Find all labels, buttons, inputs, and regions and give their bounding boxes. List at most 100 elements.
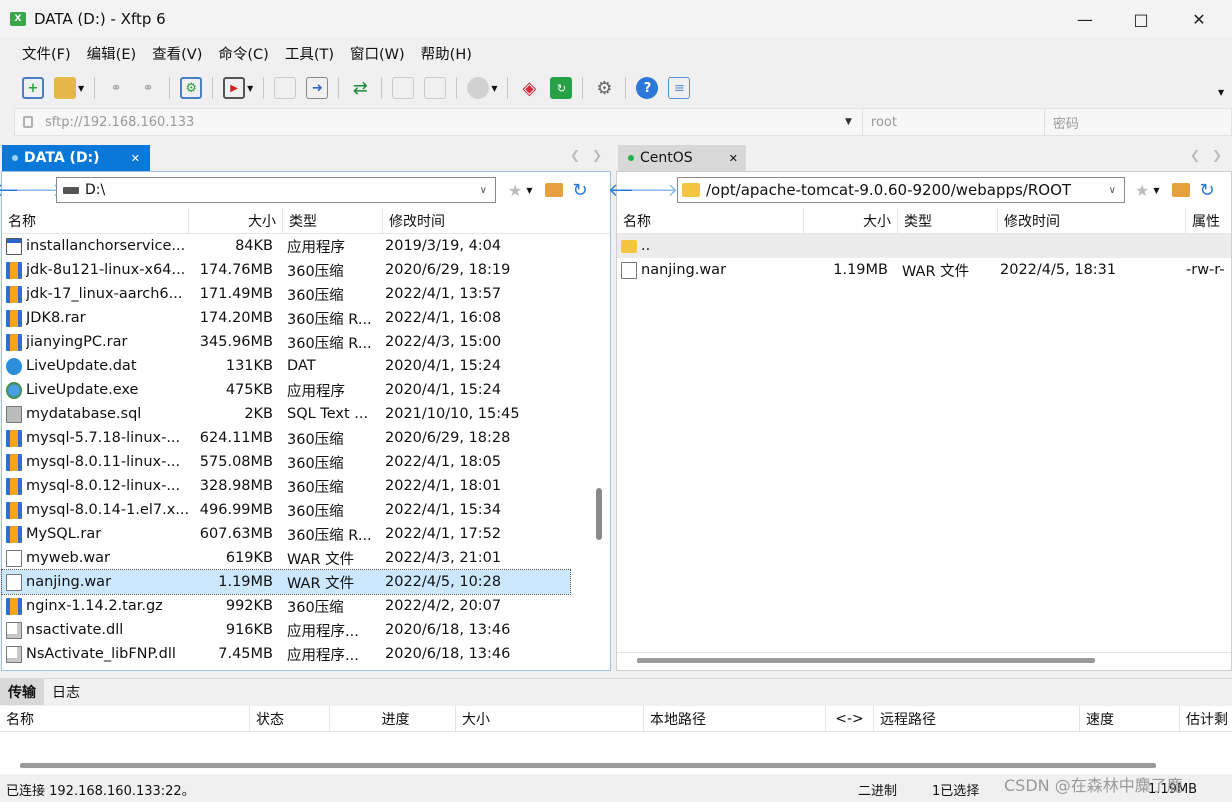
maximize-button[interactable]: □	[1118, 0, 1164, 38]
close-icon[interactable]: ✕	[131, 152, 140, 165]
media-icon[interactable]: ▶	[223, 77, 246, 99]
table-row[interactable]: nanjing.war 1.19MB WAR 文件 2022/4/5, 18:31 -r…	[617, 258, 1231, 282]
vertical-scrollbar[interactable]	[596, 488, 602, 540]
menu-window[interactable]: 窗口(W)	[342, 43, 413, 64]
col-eta[interactable]: 估计剩	[1180, 706, 1232, 732]
tab-scroll-left-icon[interactable]: ❮	[1190, 148, 1200, 162]
col-local-path[interactable]: 本地路径	[644, 705, 826, 732]
sync-icon[interactable]: ⇄	[349, 77, 371, 99]
new-session-icon[interactable]: +	[22, 77, 44, 99]
settings-icon[interactable]: ⚙	[593, 77, 615, 99]
chevron-down-icon[interactable]: ▼	[526, 186, 532, 195]
chevron-down-icon[interactable]: ∨	[480, 185, 487, 196]
close-icon[interactable]: ✕	[729, 152, 738, 165]
col-attributes[interactable]: 属性	[1186, 208, 1230, 234]
menu-command[interactable]: 命令(C)	[210, 43, 276, 64]
horizontal-scrollbar[interactable]	[637, 658, 1095, 663]
col-modified[interactable]: 修改时间	[383, 208, 583, 234]
menu-help[interactable]: 帮助(H)	[413, 43, 480, 64]
chevron-down-icon[interactable]: ▼	[845, 117, 852, 127]
horizontal-scrollbar[interactable]	[20, 763, 1156, 768]
password-input[interactable]: 密码	[1043, 109, 1224, 135]
forward-icon[interactable]: 🡒	[15, 179, 63, 201]
table-row[interactable]: mysql-5.7.18-linux-... 624.11MB 360压缩 2020/…	[2, 426, 610, 450]
xshell-icon[interactable]: ◈	[518, 77, 540, 99]
help-icon[interactable]: ?	[636, 77, 659, 99]
xftp-icon[interactable]: ↻	[550, 77, 573, 99]
col-remote-path[interactable]: 远程路径	[874, 705, 1080, 732]
local-path-input[interactable]: D:\ ∨	[56, 177, 496, 203]
menu-view[interactable]: 查看(V)	[144, 43, 210, 64]
table-row[interactable]: myweb.war 619KB WAR 文件 2022/4/3, 21:01	[2, 546, 610, 570]
col-status[interactable]: 状态	[250, 705, 330, 732]
table-row[interactable]: mysql-8.0.11-linux-... 575.08MB 360压缩 2022/…	[2, 450, 610, 474]
table-row[interactable]: MySQL.rar 607.63MB 360压缩 R... 2022/4/1, 17:…	[2, 522, 610, 546]
home-folder-icon[interactable]	[544, 183, 563, 197]
col-size[interactable]: 大小	[804, 207, 898, 234]
host-input[interactable]: sftp://192.168.160.133	[45, 115, 845, 130]
menu-file[interactable]: 文件(F)	[14, 43, 79, 64]
table-row[interactable]: NsActivate_libFNP.dll 7.45MB 应用程序... 2020/6…	[2, 642, 610, 666]
col-speed[interactable]: 速度	[1080, 705, 1180, 732]
chevron-down-icon[interactable]: ∨	[1109, 185, 1116, 196]
minimize-button[interactable]: —	[1062, 0, 1108, 38]
table-row[interactable]: jianyingPC.rar 345.96MB 360压缩 R... 2022/4/3…	[2, 330, 610, 354]
tab-log[interactable]: 日志	[44, 679, 88, 705]
col-name[interactable]: 名称	[617, 207, 804, 234]
tab-remote[interactable]: CentOS ✕	[618, 145, 746, 171]
chevron-down-icon[interactable]: ▼	[1218, 88, 1224, 97]
menu-tools[interactable]: 工具(T)	[277, 43, 342, 64]
table-row[interactable]: nanjing.war 1.19MB WAR 文件 2022/4/5, 10:28	[1, 569, 571, 595]
col-direction[interactable]: <->	[826, 705, 874, 732]
col-name[interactable]: 名称	[2, 207, 189, 234]
open-folder-icon[interactable]	[54, 77, 76, 99]
menu-edit[interactable]: 编辑(E)	[79, 43, 144, 64]
col-size[interactable]: 大小	[189, 207, 283, 234]
close-button[interactable]: ✕	[1176, 0, 1222, 38]
upload-icon[interactable]: ➜	[306, 77, 329, 99]
chevron-down-icon[interactable]: ▼	[247, 84, 253, 93]
remote-path-input[interactable]: /opt/apache-tomcat-9.0.60-9200/webapps/R…	[677, 177, 1125, 203]
disconnect-icon[interactable]: ⚭	[137, 77, 159, 99]
refresh-icon[interactable]: ↻	[573, 180, 588, 201]
record-icon[interactable]	[467, 77, 490, 99]
col-name[interactable]: 名称	[0, 705, 250, 732]
table-row[interactable]: mysql-8.0.14-1.el7.x... 496.99MB 360压缩 2022…	[2, 498, 610, 522]
col-modified[interactable]: 修改时间	[998, 207, 1186, 234]
tab-scroll-right-icon[interactable]: ❯	[592, 148, 602, 162]
home-folder-icon[interactable]	[1171, 183, 1190, 197]
col-size[interactable]: 大小	[456, 705, 644, 732]
col-type[interactable]: 类型	[898, 207, 998, 234]
table-row[interactable]: jdk-8u121-linux-x64... 174.76MB 360压缩 2020/…	[2, 258, 610, 282]
tab-local[interactable]: DATA (D:) ✕	[2, 145, 150, 171]
properties-icon[interactable]: ⚙	[180, 77, 203, 99]
download-icon[interactable]	[274, 77, 297, 99]
table-row[interactable]: nginx-1.14.2.tar.gz 992KB 360压缩 2022/4/2, 2…	[2, 594, 610, 618]
forward-icon[interactable]: 🡒	[630, 179, 678, 201]
table-row[interactable]: nsactivate.dll 916KB 应用程序... 2020/6/18, 13:…	[2, 618, 610, 642]
username-input[interactable]: root	[861, 109, 1044, 135]
chevron-down-icon[interactable]: ▼	[78, 84, 84, 93]
star-icon[interactable]: ★	[1135, 181, 1149, 200]
tab-scroll-left-icon[interactable]: ❮	[570, 148, 580, 162]
table-row[interactable]: LiveUpdate.exe 475KB 应用程序 2020/4/1, 15:24	[2, 378, 610, 402]
col-progress[interactable]: 进度	[330, 705, 456, 732]
table-row[interactable]: jdk-17_linux-aarch6... 171.49MB 360压缩 2022/…	[2, 282, 610, 306]
copy-icon[interactable]	[392, 77, 415, 99]
paste-icon[interactable]	[424, 77, 447, 99]
table-row[interactable]: JDK8.rar 174.20MB 360压缩 R... 2022/4/1, 16:0…	[2, 306, 610, 330]
connect-icon[interactable]: ⚭	[105, 77, 127, 99]
chevron-down-icon[interactable]: ▼	[491, 84, 497, 93]
tab-transfer[interactable]: 传输	[0, 678, 44, 705]
chevron-down-icon[interactable]: ▼	[1153, 186, 1159, 195]
message-icon[interactable]: ≡	[668, 77, 691, 99]
tab-scroll-right-icon[interactable]: ❯	[1212, 148, 1222, 162]
col-type[interactable]: 类型	[283, 207, 383, 234]
table-row[interactable]: ..	[617, 234, 1231, 258]
refresh-icon[interactable]: ↻	[1200, 180, 1215, 201]
table-row[interactable]: LiveUpdate.dat 131KB DAT 2020/4/1, 15:24	[2, 354, 610, 378]
table-row[interactable]: mydatabase.sql 2KB SQL Text ... 2021/10/10,…	[2, 402, 610, 426]
star-icon[interactable]: ★	[508, 181, 522, 200]
table-row[interactable]: installanchorservice... 84KB 应用程序 2019/3/19…	[2, 234, 610, 258]
table-row[interactable]: mysql-8.0.12-linux-... 328.98MB 360压缩 2022/…	[2, 474, 610, 498]
